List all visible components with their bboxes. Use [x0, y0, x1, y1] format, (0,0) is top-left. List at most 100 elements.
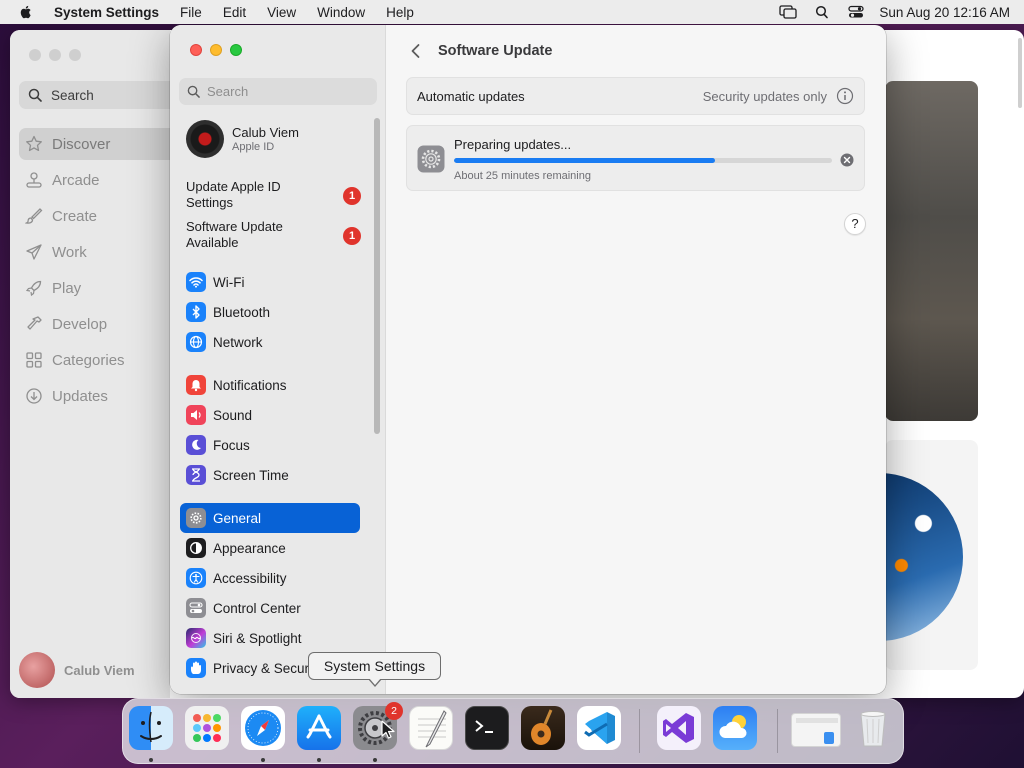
notification-badge: 1: [343, 227, 361, 245]
app-store-dock-icon[interactable]: [297, 706, 341, 750]
search-icon: [187, 85, 200, 98]
running-indicator: [261, 758, 265, 762]
update-progress-bar: [454, 158, 832, 163]
sidebar-item-focus[interactable]: Focus: [180, 430, 360, 460]
close-window-button[interactable]: [190, 44, 202, 56]
sidebar-item-label: Screen Time: [213, 467, 289, 483]
software-update-gear-icon: [417, 145, 445, 173]
menu-file[interactable]: File: [180, 5, 202, 20]
close-window-button[interactable]: [29, 49, 41, 61]
moon-icon: [186, 435, 206, 455]
sidebar-item-control-center[interactable]: Control Center: [180, 593, 360, 623]
sidebar-item-bluetooth[interactable]: Bluetooth: [180, 297, 360, 327]
automatic-updates-value: Security updates only: [702, 88, 827, 104]
planet-artwork-image: [875, 473, 963, 641]
visual-studio-dock-icon[interactable]: [657, 706, 701, 750]
sidebar-item-label: Bluetooth: [213, 304, 271, 320]
dock-separator: [639, 709, 640, 753]
system-settings-badge: 2: [385, 702, 403, 720]
trash-dock-icon[interactable]: [851, 706, 895, 750]
accessibility-icon: [186, 568, 206, 588]
store-nav-label: Updates: [52, 387, 108, 405]
account-subtitle: Apple ID: [232, 141, 275, 153]
paper-plane-icon: [26, 244, 42, 260]
sidebar-item-label: Sound: [213, 407, 253, 423]
control-center-icon[interactable]: [847, 5, 865, 19]
sidebar-item-wifi[interactable]: Wi-Fi: [180, 267, 360, 297]
zoom-window-button[interactable]: [230, 44, 242, 56]
store-nav-updates[interactable]: Updates: [19, 380, 189, 412]
textedit-dock-icon[interactable]: [409, 706, 453, 750]
back-chevron-icon[interactable]: [406, 41, 426, 61]
sidebar-item-screen-time[interactable]: Screen Time: [180, 460, 360, 490]
automatic-updates-label: Automatic updates: [417, 88, 525, 104]
dock: 2: [122, 698, 904, 764]
terminal-dock-icon[interactable]: [465, 706, 509, 750]
menu-help[interactable]: Help: [386, 5, 414, 20]
weather-dock-icon[interactable]: [713, 706, 757, 750]
sidebar-scrollbar[interactable]: [374, 118, 380, 434]
update-apple-id-settings-item[interactable]: Update Apple ID Settings 1: [186, 179, 361, 211]
screen-mirroring-icon[interactable]: [779, 5, 798, 19]
sidebar-item-accessibility[interactable]: Accessibility: [180, 563, 360, 593]
store-nav-work[interactable]: Work: [19, 236, 189, 268]
help-button[interactable]: ?: [844, 213, 866, 235]
settings-content: Software Update Automatic updates Securi…: [386, 25, 886, 694]
bluetooth-icon: [186, 302, 206, 322]
store-nav-label: Play: [52, 279, 82, 297]
sidebar-item-label: Wi-Fi: [213, 274, 245, 290]
sidebar-item-appearance[interactable]: Appearance: [180, 533, 360, 563]
safari-dock-icon[interactable]: [241, 706, 285, 750]
store-nav-arcade[interactable]: Arcade: [19, 164, 189, 196]
menu-app-name[interactable]: System Settings: [54, 5, 159, 20]
store-nav-create[interactable]: Create: [19, 200, 189, 232]
store-nav-categories[interactable]: Categories: [19, 344, 189, 376]
sidebar-item-network[interactable]: Network: [180, 327, 360, 357]
cancel-update-icon[interactable]: [840, 153, 854, 167]
sidebar-item-general[interactable]: General: [180, 503, 360, 533]
menu-window[interactable]: Window: [317, 5, 365, 20]
sidebar-item-label: Accessibility: [213, 570, 287, 586]
garageband-dock-icon[interactable]: [521, 706, 565, 750]
store-avatar: [19, 652, 55, 688]
page-title: Software Update: [438, 43, 553, 59]
apple-id-account[interactable]: Calub Viem Apple ID: [186, 120, 299, 158]
minimize-window-button[interactable]: [49, 49, 61, 61]
page-header: Software Update: [406, 41, 552, 61]
update-progress-card: Preparing updates... About 25 minutes re…: [406, 125, 865, 191]
sidebar-item-sound[interactable]: Sound: [180, 400, 360, 430]
app-store-search-field[interactable]: Search: [19, 81, 189, 109]
sidebar-item-label: General: [213, 510, 262, 526]
info-icon[interactable]: [836, 87, 854, 105]
menu-bar-clock[interactable]: Sun Aug 20 12:16 AM: [879, 5, 1010, 20]
store-nav-develop[interactable]: Develop: [19, 308, 189, 340]
sidebar-item-notifications[interactable]: Notifications: [180, 370, 360, 400]
featured-artwork-image[interactable]: [885, 81, 978, 421]
software-update-available-item[interactable]: Software Update Available 1: [186, 219, 361, 251]
launchpad-dock-icon[interactable]: [185, 706, 229, 750]
store-nav-play[interactable]: Play: [19, 272, 189, 304]
joystick-icon: [26, 172, 42, 188]
minimized-window-thumbnail[interactable]: [791, 713, 841, 747]
progress-subtitle: About 25 minutes remaining: [454, 170, 591, 182]
zoom-window-button[interactable]: [69, 49, 81, 61]
store-nav-discover[interactable]: Discover: [19, 128, 189, 160]
settings-search-field[interactable]: [179, 78, 377, 105]
spotlight-search-icon[interactable]: [813, 5, 831, 19]
settings-search-input[interactable]: [207, 84, 367, 99]
store-account-button[interactable]: Calub Viem: [19, 652, 135, 688]
menu-bar: System Settings File Edit View Window He…: [0, 0, 1024, 24]
featured-app-card[interactable]: [875, 440, 978, 670]
apple-logo-icon[interactable]: [18, 4, 34, 20]
hand-icon: [186, 658, 206, 678]
vscode-dock-icon[interactable]: [577, 706, 621, 750]
finder-dock-icon[interactable]: [129, 706, 173, 750]
sidebar-item-siri-spotlight[interactable]: Siri & Spotlight: [180, 623, 360, 653]
menu-view[interactable]: View: [267, 5, 296, 20]
store-scrollbar[interactable]: [1018, 38, 1022, 108]
gear-icon: [186, 508, 206, 528]
menu-edit[interactable]: Edit: [223, 5, 246, 20]
notification-badge: 1: [343, 187, 361, 205]
store-nav-label: Create: [52, 207, 98, 225]
minimize-window-button[interactable]: [210, 44, 222, 56]
